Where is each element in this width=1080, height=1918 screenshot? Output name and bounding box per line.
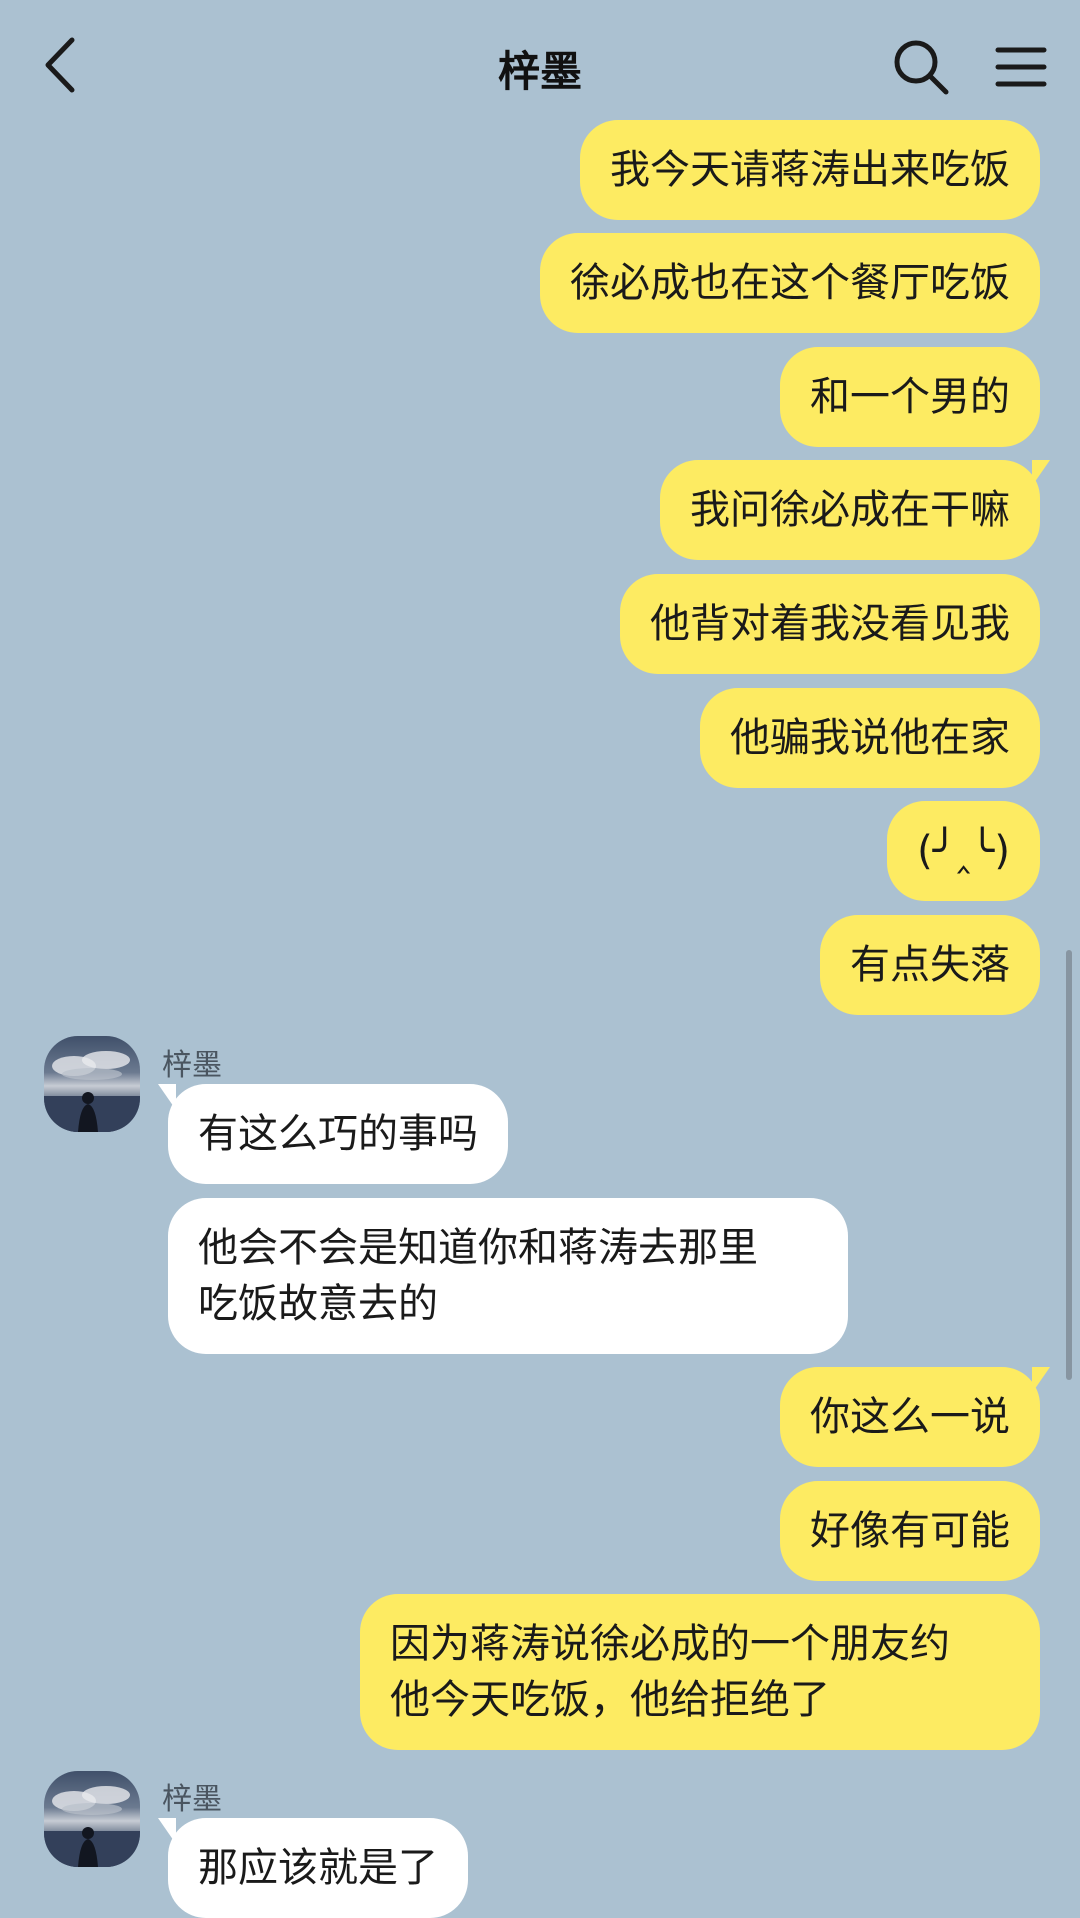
message-bubble-sent[interactable]: 他背对着我没看见我	[620, 574, 1040, 674]
message-bubble-sent[interactable]: 我今天请蒋涛出来吃饭	[580, 120, 1040, 220]
message-line: 他会不会是知道你和蒋涛去那里	[198, 1225, 758, 1271]
sender-name: 梓墨	[162, 1782, 222, 1817]
chat-header: 梓墨	[0, 0, 1080, 118]
message-bubble-sent[interactable]: 我问徐必成在干嘛	[660, 460, 1050, 560]
message-bubble-sent[interactable]: 徐必成也在这个餐厅吃饭	[540, 233, 1040, 333]
message-bubble-sent[interactable]: 因为蒋涛说徐必成的一个朋友约 他今天吃饭，他给拒绝了	[360, 1594, 1040, 1750]
message-line: 他今天吃饭，他给拒绝了	[390, 1677, 830, 1723]
sender-name: 梓墨	[162, 1048, 222, 1083]
message-bubble-sent-emoticon[interactable]: (╯‸╰)	[887, 801, 1040, 901]
search-icon	[894, 40, 949, 95]
message-bubble-sent[interactable]: 他骗我说他在家	[700, 688, 1040, 788]
avatar-image	[44, 1051, 140, 1132]
message-bubble-received[interactable]: 那应该就是了	[158, 1818, 468, 1918]
menu-button[interactable]	[990, 36, 1052, 98]
scrollbar[interactable]	[1066, 950, 1072, 1380]
message-line: 因为蒋涛说徐必成的一个朋友约	[390, 1621, 950, 1667]
message-bubble-sent[interactable]: 和一个男的	[780, 347, 1040, 447]
message-bubble-sent[interactable]: 你这么一说	[780, 1367, 1050, 1467]
contact-avatar[interactable]	[44, 1036, 140, 1132]
hamburger-menu-icon	[995, 47, 1047, 87]
avatar-image	[44, 1786, 140, 1867]
message-bubble-received[interactable]: 有这么巧的事吗	[158, 1084, 508, 1184]
message-bubble-received[interactable]: 他会不会是知道你和蒋涛去那里 吃饭故意去的	[168, 1198, 848, 1354]
contact-avatar[interactable]	[44, 1771, 140, 1867]
search-button[interactable]	[890, 36, 952, 98]
message-bubble-sent[interactable]: 好像有可能	[780, 1481, 1040, 1581]
message-bubble-sent[interactable]: 有点失落	[820, 915, 1040, 1015]
message-line: 吃饭故意去的	[198, 1281, 438, 1327]
